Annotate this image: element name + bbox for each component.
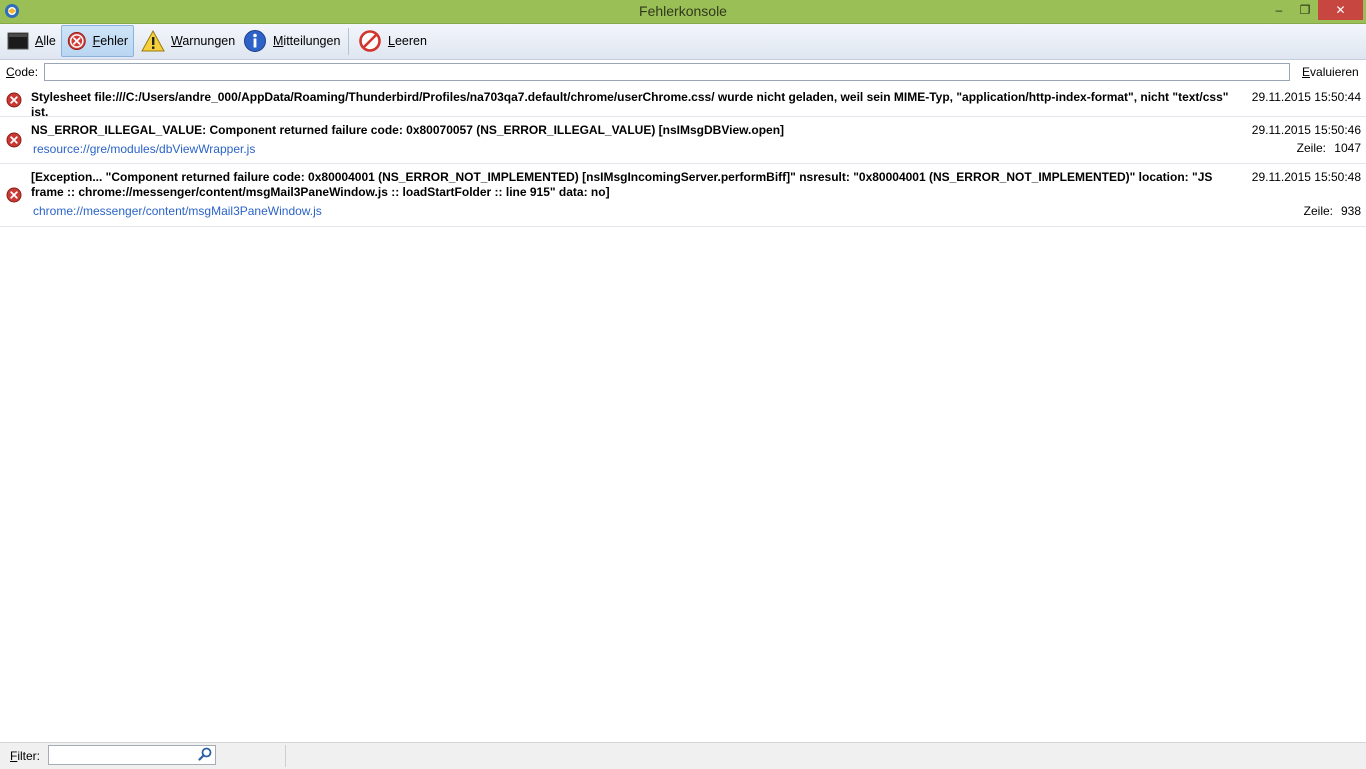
error-icon bbox=[6, 132, 22, 148]
search-icon[interactable] bbox=[198, 747, 212, 761]
status-separator bbox=[285, 745, 286, 767]
filter-bar: Filter: bbox=[0, 742, 1366, 769]
maximize-button[interactable]: ❐ bbox=[1292, 0, 1318, 20]
errors-label: Fehler bbox=[92, 34, 128, 48]
message-list: Stylesheet file:///C:/Users/andre_000/Ap… bbox=[0, 86, 1366, 227]
code-row: Code: Evaluieren bbox=[0, 60, 1366, 86]
message-text: Stylesheet file:///C:/Users/andre_000/Ap… bbox=[31, 90, 1229, 119]
message-timestamp: 29.11.2015 15:50:44 bbox=[1251, 90, 1361, 104]
message-row[interactable]: Stylesheet file:///C:/Users/andre_000/Ap… bbox=[0, 86, 1366, 119]
filter-label: Filter: bbox=[10, 749, 41, 763]
console-icon bbox=[7, 32, 29, 50]
message-source-link[interactable]: resource://gre/modules/dbViewWrapper.js bbox=[33, 142, 255, 156]
minimize-button[interactable]: – bbox=[1266, 0, 1292, 20]
message-text: [Exception... "Component returned failur… bbox=[31, 170, 1213, 199]
warnings-button[interactable]: Warnungen bbox=[136, 25, 240, 57]
message-timestamp: 29.11.2015 15:50:46 bbox=[1251, 123, 1361, 137]
code-label: Code: bbox=[6, 65, 39, 79]
all-label: Alle bbox=[35, 34, 56, 48]
error-icon bbox=[6, 187, 22, 203]
message-timestamp: 29.11.2015 15:50:48 bbox=[1251, 170, 1361, 184]
evaluate-button[interactable]: Evaluieren bbox=[1302, 65, 1359, 79]
info-icon bbox=[244, 30, 266, 52]
error-icon bbox=[67, 32, 86, 50]
message-text: NS_ERROR_ILLEGAL_VALUE: Component return… bbox=[31, 123, 785, 137]
title-bar: Fehlerkonsole – ❐ ✕ bbox=[0, 0, 1366, 24]
clear-icon bbox=[359, 30, 381, 52]
toolbar-separator bbox=[348, 28, 349, 55]
messages-button[interactable]: Mitteilungen bbox=[238, 25, 345, 57]
message-source-link[interactable]: chrome://messenger/content/msgMail3PaneW… bbox=[33, 204, 322, 218]
line-label: Zeile: bbox=[1296, 141, 1326, 155]
filter-input[interactable] bbox=[48, 745, 216, 765]
warnings-label: Warnungen bbox=[171, 34, 236, 48]
clear-button[interactable]: Leeren bbox=[353, 25, 432, 57]
toolbar: Alle Fehler Warnungen Mitteilungen Leere bbox=[0, 24, 1366, 60]
errors-button[interactable]: Fehler bbox=[61, 25, 134, 57]
window-title: Fehlerkonsole bbox=[639, 3, 727, 19]
error-icon bbox=[6, 92, 22, 108]
line-number: 938 bbox=[1340, 204, 1361, 218]
line-label: Zeile: bbox=[1303, 204, 1333, 218]
warning-icon bbox=[141, 30, 165, 52]
code-input[interactable] bbox=[44, 63, 1290, 81]
all-button[interactable]: Alle bbox=[2, 25, 61, 57]
messages-label: Mitteilungen bbox=[273, 34, 341, 48]
close-button[interactable]: ✕ bbox=[1318, 0, 1363, 20]
message-row[interactable]: [Exception... "Component returned failur… bbox=[0, 164, 1366, 227]
message-row[interactable]: NS_ERROR_ILLEGAL_VALUE: Component return… bbox=[0, 117, 1366, 164]
line-number: 1047 bbox=[1334, 141, 1361, 155]
clear-label: Leeren bbox=[388, 34, 427, 48]
